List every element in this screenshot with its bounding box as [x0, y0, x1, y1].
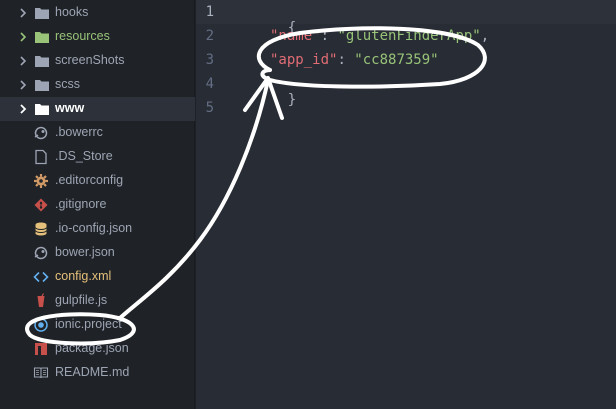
folder-icon — [35, 56, 49, 67]
file-tree-sidebar: hooks resources screenShots scss www .bo… — [0, 0, 195, 409]
tree-item-label: config.xml — [55, 269, 112, 283]
gulp-icon — [37, 293, 45, 307]
tree-folder-www[interactable]: www — [0, 97, 195, 121]
chevron-right-icon[interactable] — [18, 56, 28, 66]
tree-item-label: ionic.project — [55, 317, 122, 331]
json-key-app-id: "app_id" — [270, 52, 338, 68]
json-value-app-id: "cc887359" — [354, 52, 439, 68]
folder-icon — [35, 8, 49, 19]
tree-file-ds-store[interactable]: .DS_Store — [0, 145, 195, 169]
git-icon — [34, 198, 48, 212]
close-brace: } — [287, 92, 297, 108]
tree-item-label: screenShots — [55, 53, 125, 67]
tree-file-bowerrc[interactable]: .bowerrc — [0, 121, 195, 145]
code-editor[interactable]: 1 2 3 4 5 { "name": "glutenFinderApp", "… — [196, 0, 616, 409]
json-colon: : — [320, 28, 338, 44]
json-comma: , — [480, 28, 490, 44]
json-value-name: "glutenFinderApp" — [337, 28, 481, 44]
tree-item-label: .editorconfig — [55, 173, 124, 187]
tree-file-bower-json[interactable]: bower.json — [0, 241, 195, 265]
line-number: 2 — [205, 28, 214, 44]
ionic-icon — [34, 318, 48, 332]
tree-item-label: scss — [55, 77, 80, 91]
tree-file-editorconfig[interactable]: .editorconfig — [0, 169, 195, 193]
bower-icon — [34, 126, 48, 140]
tree-item-label: package.json — [55, 341, 129, 355]
tree-folder-resources[interactable]: resources — [0, 25, 195, 49]
tree-item-label: .DS_Store — [55, 149, 113, 163]
tree-item-label: bower.json — [55, 245, 115, 259]
tree-file-io-config[interactable]: .io-config.json — [0, 217, 195, 241]
book-icon — [33, 367, 49, 379]
folder-icon — [35, 80, 49, 91]
tree-folder-hooks[interactable]: hooks — [0, 1, 195, 25]
tree-folder-screenshots[interactable]: screenShots — [0, 49, 195, 73]
tree-file-gulpfile[interactable]: gulpfile.js — [0, 289, 195, 313]
code-line-4[interactable]: } — [254, 76, 296, 124]
code-line-2[interactable]: "name": "glutenFinderApp", — [270, 28, 489, 44]
chevron-right-icon[interactable] — [18, 32, 28, 42]
json-key-name: "name" — [270, 28, 321, 44]
tree-folder-scss[interactable]: scss — [0, 73, 195, 97]
code-icon — [33, 271, 49, 283]
chevron-right-icon[interactable] — [18, 104, 28, 114]
chevron-right-icon[interactable] — [18, 8, 28, 18]
bower-icon — [34, 246, 48, 260]
database-icon — [35, 222, 47, 236]
folder-icon — [35, 104, 49, 115]
tree-file-ionic-project[interactable]: ionic.project — [0, 313, 195, 337]
tree-file-readme[interactable]: README.md — [0, 361, 195, 385]
tree-item-label: README.md — [55, 365, 130, 379]
line-number: 3 — [205, 52, 214, 68]
tree-item-label: .gitignore — [55, 197, 107, 211]
line-number: 4 — [205, 76, 214, 92]
file-icon — [35, 149, 47, 165]
tree-file-config-xml[interactable]: config.xml — [0, 265, 195, 289]
tree-file-package-json[interactable]: package.json — [0, 337, 195, 361]
line-number: 5 — [205, 100, 214, 116]
code-line-3[interactable]: "app_id": "cc887359" — [270, 52, 439, 68]
line-number: 1 — [205, 4, 214, 20]
npm-icon — [35, 343, 47, 355]
tree-item-label: gulpfile.js — [55, 293, 108, 307]
tree-item-label: .bowerrc — [55, 125, 103, 139]
json-colon: : — [337, 52, 355, 68]
tree-item-label: hooks — [55, 5, 89, 19]
tree-file-gitignore[interactable]: .gitignore — [0, 193, 195, 217]
gear-icon — [34, 174, 48, 188]
tree-item-label: .io-config.json — [55, 221, 133, 235]
folder-icon — [35, 32, 49, 43]
tree-item-label: resources — [55, 29, 110, 43]
chevron-right-icon[interactable] — [18, 80, 28, 90]
tree-item-label: www — [55, 101, 85, 115]
